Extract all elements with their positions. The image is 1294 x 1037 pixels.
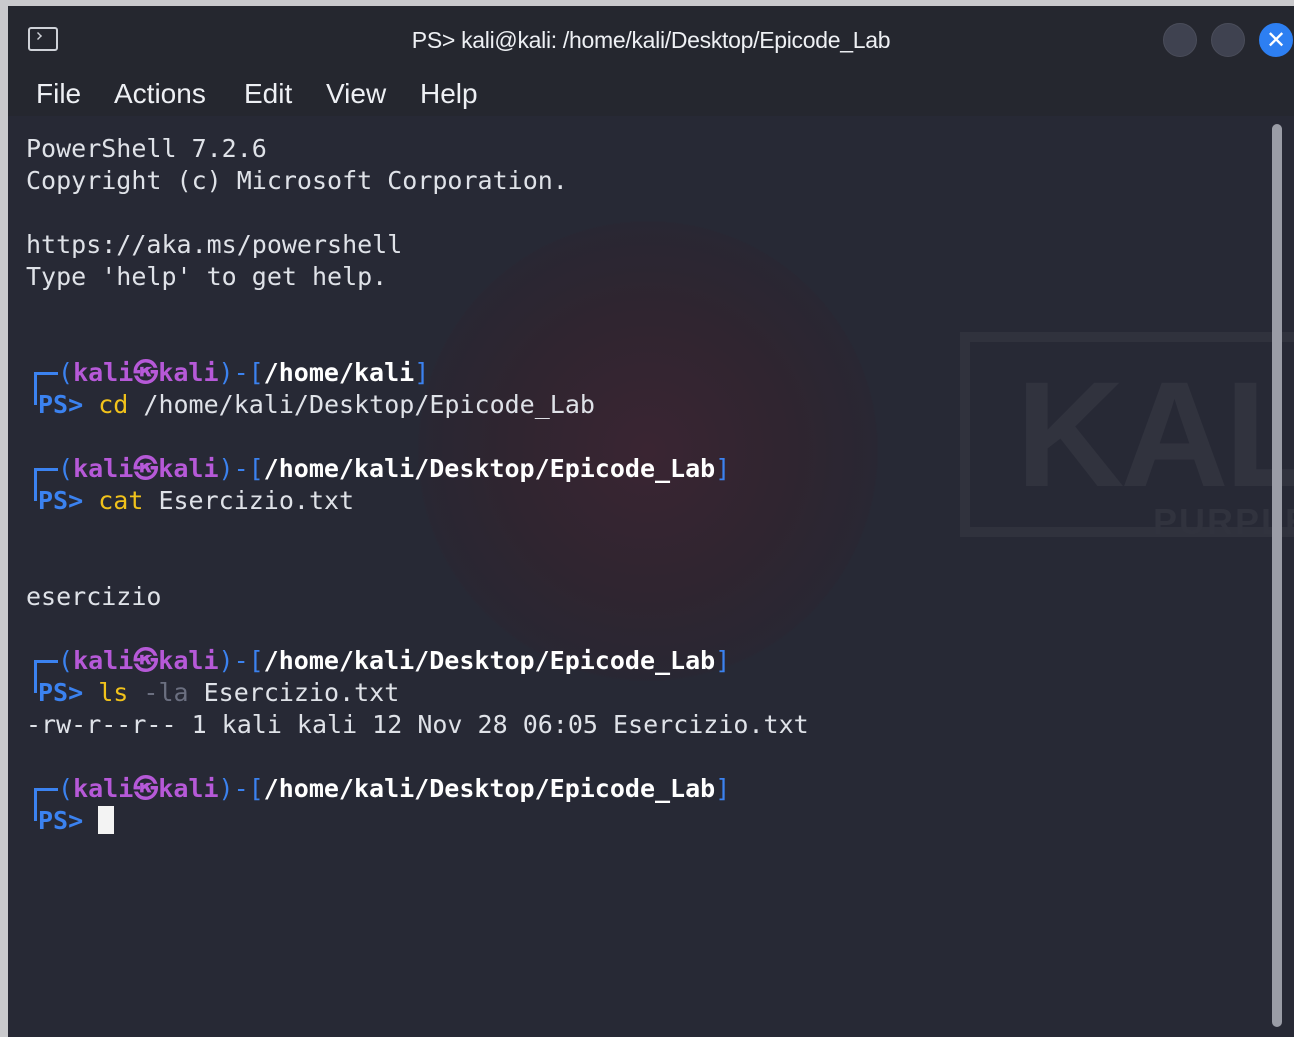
menu-bar: File Actions Edit View Help — [8, 68, 1294, 116]
ps-prompt: PS> — [38, 390, 84, 419]
prompt-open: ( — [58, 358, 74, 387]
prompt-mid: )-[ — [218, 358, 264, 387]
command-name: cat — [98, 486, 144, 515]
prompt-at: ㉿ — [133, 774, 159, 803]
terminal-area[interactable]: KALI PURPLE PowerShell 7.2.6 Copyright (… — [8, 116, 1294, 1037]
cat-output: esercizio — [26, 582, 162, 611]
prompt-command-line: PS> cd /home/kali/Desktop/Epicode_Lab — [38, 389, 595, 421]
banner-line: Type 'help' to get help. — [26, 262, 388, 291]
ls-output: -rw-r--r-- 1 kali kali 12 Nov 28 06:05 E… — [26, 710, 809, 739]
menu-file[interactable]: File — [36, 78, 81, 110]
prompt-close: ] — [715, 646, 731, 675]
prompt-path: /home/kali/Desktop/Epicode_Lab — [263, 646, 716, 675]
title-bar[interactable]: PS> kali@kali: /home/kali/Desktop/Epicod… — [8, 6, 1294, 68]
prompt-user: kali — [73, 454, 134, 483]
terminal-window: PS> kali@kali: /home/kali/Desktop/Epicod… — [8, 6, 1294, 1037]
close-button[interactable]: ✕ — [1259, 23, 1293, 57]
prompt-host: kali — [158, 774, 219, 803]
prompt-command-line[interactable]: PS> — [38, 805, 115, 837]
ps-prompt: PS> — [38, 806, 84, 835]
prompt-user: kali — [73, 774, 134, 803]
prompt-mid: )-[ — [218, 454, 264, 483]
prompt-path: /home/kali/Desktop/Epicode_Lab — [263, 774, 716, 803]
prompt-host: kali — [158, 646, 219, 675]
prompt-path: /home/kali — [263, 358, 415, 387]
prompt-at: ㉿ — [133, 454, 159, 483]
menu-edit[interactable]: Edit — [244, 78, 292, 110]
banner-line: Copyright (c) Microsoft Corporation. — [26, 166, 568, 195]
menu-help[interactable]: Help — [420, 78, 478, 110]
kali-dragon-logo — [418, 221, 878, 681]
command-name: cd — [98, 390, 129, 419]
menu-view[interactable]: View — [326, 78, 386, 110]
command-name: ls — [98, 678, 129, 707]
prompt-header: (kali㉿kali)-[/home/kali] — [58, 357, 429, 389]
maximize-button[interactable] — [1211, 23, 1245, 57]
prompt-path: /home/kali/Desktop/Epicode_Lab — [263, 454, 716, 483]
command-args: Esercizio.txt — [203, 678, 400, 707]
prompt-close: ] — [715, 774, 731, 803]
prompt-mid: )-[ — [218, 774, 264, 803]
command-args: Esercizio.txt — [158, 486, 355, 515]
prompt-mid: )-[ — [218, 646, 264, 675]
banner-line: PowerShell 7.2.6 — [26, 134, 267, 163]
ps-prompt: PS> — [38, 486, 84, 515]
prompt-host: kali — [158, 358, 219, 387]
wallpaper-word: KALI — [1016, 350, 1294, 518]
prompt-close: ] — [715, 454, 731, 483]
prompt-header: (kali㉿kali)-[/home/kali/Desktop/Epicode_… — [58, 453, 730, 485]
ps-prompt: PS> — [38, 678, 84, 707]
prompt-open: ( — [58, 646, 74, 675]
prompt-open: ( — [58, 454, 74, 483]
prompt-host: kali — [158, 454, 219, 483]
command-flag: -la — [143, 678, 189, 707]
prompt-user: kali — [73, 358, 134, 387]
command-args: /home/kali/Desktop/Epicode_Lab — [143, 390, 595, 419]
prompt-header: (kali㉿kali)-[/home/kali/Desktop/Epicode_… — [58, 645, 730, 677]
menu-actions[interactable]: Actions — [114, 78, 206, 110]
close-icon: ✕ — [1265, 26, 1287, 54]
window-title: PS> kali@kali: /home/kali/Desktop/Epicod… — [411, 27, 891, 53]
prompt-user: kali — [73, 646, 134, 675]
text-cursor — [98, 806, 115, 834]
prompt-command-line: PS> ls -la Esercizio.txt — [38, 677, 399, 709]
prompt-at: ㉿ — [133, 358, 159, 387]
prompt-open: ( — [58, 774, 74, 803]
minimize-button[interactable] — [1163, 23, 1197, 57]
banner-line: https://aka.ms/powershell — [26, 230, 403, 259]
prompt-command-line: PS> cat Esercizio.txt — [38, 485, 354, 517]
prompt-header: (kali㉿kali)-[/home/kali/Desktop/Epicode_… — [58, 773, 730, 805]
prompt-close: ] — [414, 358, 430, 387]
prompt-at: ㉿ — [133, 646, 159, 675]
scrollbar[interactable] — [1272, 124, 1282, 1027]
